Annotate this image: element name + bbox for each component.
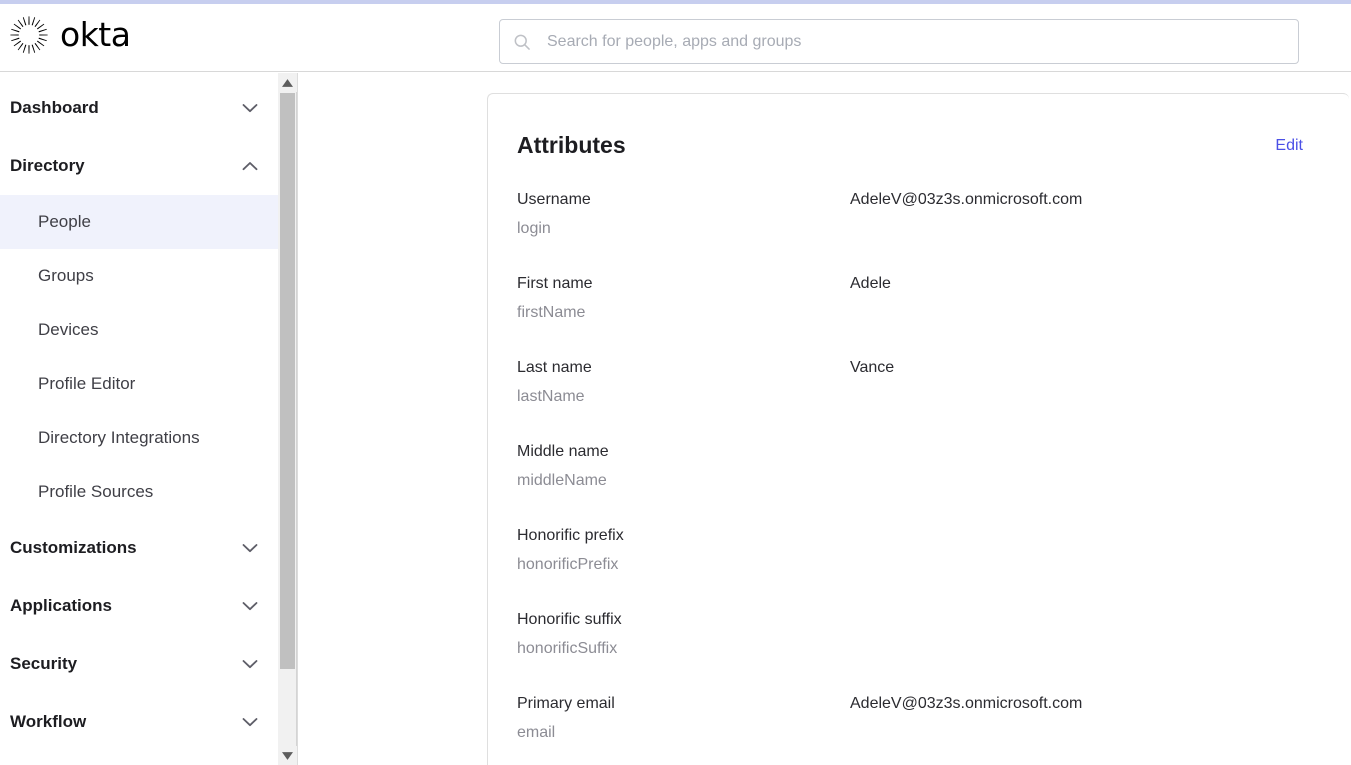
attribute-value: Adele xyxy=(850,275,891,292)
attribute-names: Last name lastName xyxy=(517,357,850,408)
okta-wordmark: okta xyxy=(60,15,131,54)
sidebar-group-label: Applications xyxy=(10,596,113,615)
scrollbar-thumb[interactable] xyxy=(280,93,295,669)
attribute-names: Username login xyxy=(517,189,850,240)
sidebar-group-customizations[interactable]: Customizations xyxy=(0,519,278,577)
okta-brand[interactable]: okta xyxy=(10,15,131,54)
attribute-names: Honorific prefix honorificPrefix xyxy=(517,525,850,576)
search-box[interactable] xyxy=(499,19,1299,64)
search-icon xyxy=(514,34,530,50)
attribute-row: Username login AdeleV@03z3s.onmicrosoft.co… xyxy=(517,189,1320,240)
attribute-label: Username xyxy=(517,191,591,208)
attribute-row: Last name lastName Vance xyxy=(517,357,1320,408)
sidebar-nav: Dashboard Directory People Groups Devices Pro… xyxy=(0,73,278,765)
chevron-down-icon xyxy=(242,602,258,611)
main-content: Attributes Edit Username login AdeleV@03z3… xyxy=(298,73,1351,765)
sidebar-item-directory-integrations[interactable]: Directory Integrations xyxy=(0,411,278,465)
sidebar-item-groups[interactable]: Groups xyxy=(0,249,278,303)
page-title: Attributes xyxy=(517,132,626,158)
attribute-value: Vance xyxy=(850,359,895,376)
attribute-row: Primary email email AdeleV@03z3s.onmicroso… xyxy=(517,693,1320,744)
sidebar-item-profile-sources[interactable]: Profile Sources xyxy=(0,465,278,519)
attribute-label: Middle name xyxy=(517,443,609,460)
sidebar-item-people[interactable]: People xyxy=(0,195,278,249)
sidebar-group-applications[interactable]: Applications xyxy=(0,577,278,635)
attributes-list: Username login AdeleV@03z3s.onmicrosoft.co… xyxy=(488,159,1349,744)
chevron-down-icon xyxy=(242,544,258,553)
scroll-up-arrow-icon xyxy=(282,78,293,87)
sidebar-item-label: Profile Sources xyxy=(38,482,154,501)
sidebar-group-label: Dashboard xyxy=(10,98,99,117)
sidebar-item-label: Devices xyxy=(38,320,99,339)
chevron-down-icon xyxy=(242,718,258,727)
sidebar-group-label: Workflow xyxy=(10,712,87,731)
attribute-names: First name firstName xyxy=(517,273,850,324)
attribute-key: email xyxy=(517,724,556,741)
sidebar-group-security[interactable]: Security xyxy=(0,635,278,693)
attribute-key: login xyxy=(517,220,551,237)
sidebar-group-label: Customizations xyxy=(10,538,137,557)
okta-sunburst-icon xyxy=(10,16,48,54)
sidebar-item-label: People xyxy=(38,212,91,231)
okta-admin-app: okta Dashboard Directory People Groups Devic… xyxy=(0,0,1351,765)
attribute-key: honorificSuffix xyxy=(517,640,618,657)
chevron-down-icon xyxy=(242,104,258,113)
attribute-row: First name firstName Adele xyxy=(517,273,1320,324)
app-header: okta xyxy=(0,4,1351,72)
scroll-up-button[interactable] xyxy=(278,73,297,92)
sidebar-item-profile-editor[interactable]: Profile Editor xyxy=(0,357,278,411)
attribute-value: AdeleV@03z3s.onmicrosoft.com xyxy=(850,695,1083,712)
sidebar-group-workflow[interactable]: Workflow xyxy=(0,693,278,751)
attribute-row: Honorific suffix honorificSuffix xyxy=(517,609,1320,660)
attribute-label: Honorific suffix xyxy=(517,611,622,628)
attribute-names: Middle name middleName xyxy=(517,441,850,492)
attribute-label: Last name xyxy=(517,359,592,376)
attribute-label: Primary email xyxy=(517,695,615,712)
sidebar-item-label: Groups xyxy=(38,266,94,285)
attribute-row: Middle name middleName xyxy=(517,441,1320,492)
attribute-label: First name xyxy=(517,275,593,292)
attribute-row: Honorific prefix honorificPrefix xyxy=(517,525,1320,576)
global-search[interactable] xyxy=(499,19,1299,64)
scroll-down-button[interactable] xyxy=(278,746,297,765)
attributes-card: Attributes Edit Username login AdeleV@03z3… xyxy=(487,93,1349,765)
chevron-up-icon xyxy=(242,162,258,171)
sidebar-group-label: Security xyxy=(10,654,78,673)
sidebar-scrollbar[interactable] xyxy=(278,73,297,765)
sidebar-group-directory[interactable]: Directory xyxy=(0,137,278,195)
attribute-key: lastName xyxy=(517,388,585,405)
attribute-names: Honorific suffix honorificSuffix xyxy=(517,609,850,660)
sidebar-item-devices[interactable]: Devices xyxy=(0,303,278,357)
edit-attributes-link[interactable]: Edit xyxy=(1275,137,1303,155)
attribute-key: firstName xyxy=(517,304,586,321)
sidebar-group-label: Directory xyxy=(10,156,85,175)
scroll-down-arrow-icon xyxy=(282,751,293,760)
attributes-card-header: Attributes Edit xyxy=(488,94,1349,159)
attribute-value: AdeleV@03z3s.onmicrosoft.com xyxy=(850,191,1083,208)
body-area: Dashboard Directory People Groups Devices Pro… xyxy=(0,73,1351,765)
attribute-key: middleName xyxy=(517,472,607,489)
sidebar-item-label: Profile Editor xyxy=(38,374,136,393)
chevron-down-icon xyxy=(242,660,258,669)
attribute-names: Primary email email xyxy=(517,693,850,744)
attribute-label: Honorific prefix xyxy=(517,527,624,544)
sidebar-item-label: Directory Integrations xyxy=(38,428,200,447)
search-input[interactable] xyxy=(547,32,1286,51)
sidebar-group-dashboard[interactable]: Dashboard xyxy=(0,79,278,137)
attribute-key: honorificPrefix xyxy=(517,556,619,573)
